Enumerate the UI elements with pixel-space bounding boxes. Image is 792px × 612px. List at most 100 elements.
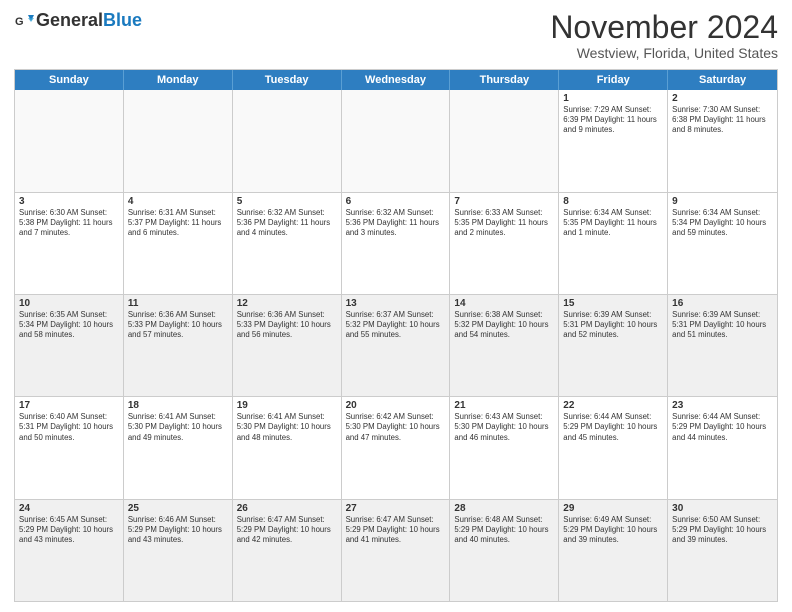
calendar-cell: 16Sunrise: 6:39 AM Sunset: 5:31 PM Dayli…: [668, 295, 777, 396]
day-number: 3: [19, 196, 119, 207]
calendar-cell: 5Sunrise: 6:32 AM Sunset: 5:36 PM Daylig…: [233, 193, 342, 294]
day-number: 26: [237, 503, 337, 514]
calendar: SundayMondayTuesdayWednesdayThursdayFrid…: [14, 69, 778, 602]
calendar-cell: [342, 90, 451, 191]
calendar-cell: 1Sunrise: 7:29 AM Sunset: 6:39 PM Daylig…: [559, 90, 668, 191]
day-info: Sunrise: 6:41 AM Sunset: 5:30 PM Dayligh…: [237, 412, 337, 442]
calendar-week-row: 3Sunrise: 6:30 AM Sunset: 5:38 PM Daylig…: [15, 193, 777, 295]
logo-text: G GeneralBlue: [14, 10, 142, 31]
day-info: Sunrise: 7:29 AM Sunset: 6:39 PM Dayligh…: [563, 105, 663, 135]
calendar-cell: 26Sunrise: 6:47 AM Sunset: 5:29 PM Dayli…: [233, 500, 342, 601]
calendar-week-row: 24Sunrise: 6:45 AM Sunset: 5:29 PM Dayli…: [15, 500, 777, 601]
day-info: Sunrise: 6:47 AM Sunset: 5:29 PM Dayligh…: [346, 515, 446, 545]
day-info: Sunrise: 6:48 AM Sunset: 5:29 PM Dayligh…: [454, 515, 554, 545]
day-info: Sunrise: 6:41 AM Sunset: 5:30 PM Dayligh…: [128, 412, 228, 442]
day-number: 18: [128, 400, 228, 411]
day-number: 27: [346, 503, 446, 514]
calendar-cell: 14Sunrise: 6:38 AM Sunset: 5:32 PM Dayli…: [450, 295, 559, 396]
day-info: Sunrise: 6:34 AM Sunset: 5:34 PM Dayligh…: [672, 208, 773, 238]
day-info: Sunrise: 6:39 AM Sunset: 5:31 PM Dayligh…: [563, 310, 663, 340]
calendar-cell: 22Sunrise: 6:44 AM Sunset: 5:29 PM Dayli…: [559, 397, 668, 498]
calendar-cell: 21Sunrise: 6:43 AM Sunset: 5:30 PM Dayli…: [450, 397, 559, 498]
calendar-cell: 15Sunrise: 6:39 AM Sunset: 5:31 PM Dayli…: [559, 295, 668, 396]
day-info: Sunrise: 6:39 AM Sunset: 5:31 PM Dayligh…: [672, 310, 773, 340]
day-info: Sunrise: 6:50 AM Sunset: 5:29 PM Dayligh…: [672, 515, 773, 545]
title-block: November 2024 Westview, Florida, United …: [550, 10, 778, 61]
day-number: 30: [672, 503, 773, 514]
day-number: 28: [454, 503, 554, 514]
day-info: Sunrise: 6:36 AM Sunset: 5:33 PM Dayligh…: [128, 310, 228, 340]
calendar-cell: 29Sunrise: 6:49 AM Sunset: 5:29 PM Dayli…: [559, 500, 668, 601]
day-number: 23: [672, 400, 773, 411]
day-info: Sunrise: 6:46 AM Sunset: 5:29 PM Dayligh…: [128, 515, 228, 545]
day-info: Sunrise: 6:43 AM Sunset: 5:30 PM Dayligh…: [454, 412, 554, 442]
day-number: 12: [237, 298, 337, 309]
calendar-cell: 2Sunrise: 7:30 AM Sunset: 6:38 PM Daylig…: [668, 90, 777, 191]
calendar-header-cell: Thursday: [450, 70, 559, 90]
calendar-cell: 11Sunrise: 6:36 AM Sunset: 5:33 PM Dayli…: [124, 295, 233, 396]
day-number: 10: [19, 298, 119, 309]
day-number: 25: [128, 503, 228, 514]
calendar-body: 1Sunrise: 7:29 AM Sunset: 6:39 PM Daylig…: [15, 90, 777, 601]
calendar-cell: 10Sunrise: 6:35 AM Sunset: 5:34 PM Dayli…: [15, 295, 124, 396]
day-info: Sunrise: 6:40 AM Sunset: 5:31 PM Dayligh…: [19, 412, 119, 442]
page: G GeneralBlue November 2024 Westview, Fl…: [0, 0, 792, 612]
svg-text:G: G: [15, 16, 24, 28]
calendar-cell: [233, 90, 342, 191]
logo-general-text: General: [36, 10, 103, 30]
calendar-cell: 19Sunrise: 6:41 AM Sunset: 5:30 PM Dayli…: [233, 397, 342, 498]
day-number: 6: [346, 196, 446, 207]
calendar-cell: 23Sunrise: 6:44 AM Sunset: 5:29 PM Dayli…: [668, 397, 777, 498]
calendar-week-row: 17Sunrise: 6:40 AM Sunset: 5:31 PM Dayli…: [15, 397, 777, 499]
day-number: 4: [128, 196, 228, 207]
day-info: Sunrise: 6:34 AM Sunset: 5:35 PM Dayligh…: [563, 208, 663, 238]
day-info: Sunrise: 6:31 AM Sunset: 5:37 PM Dayligh…: [128, 208, 228, 238]
calendar-header-cell: Friday: [559, 70, 668, 90]
calendar-cell: 25Sunrise: 6:46 AM Sunset: 5:29 PM Dayli…: [124, 500, 233, 601]
day-number: 13: [346, 298, 446, 309]
logo-icon: G: [14, 11, 34, 31]
day-number: 5: [237, 196, 337, 207]
day-info: Sunrise: 6:44 AM Sunset: 5:29 PM Dayligh…: [672, 412, 773, 442]
calendar-cell: 24Sunrise: 6:45 AM Sunset: 5:29 PM Dayli…: [15, 500, 124, 601]
day-info: Sunrise: 6:36 AM Sunset: 5:33 PM Dayligh…: [237, 310, 337, 340]
day-number: 19: [237, 400, 337, 411]
day-number: 22: [563, 400, 663, 411]
day-number: 2: [672, 93, 773, 104]
calendar-header-cell: Tuesday: [233, 70, 342, 90]
day-number: 1: [563, 93, 663, 104]
calendar-cell: 7Sunrise: 6:33 AM Sunset: 5:35 PM Daylig…: [450, 193, 559, 294]
calendar-week-row: 1Sunrise: 7:29 AM Sunset: 6:39 PM Daylig…: [15, 90, 777, 192]
day-number: 9: [672, 196, 773, 207]
calendar-header-row: SundayMondayTuesdayWednesdayThursdayFrid…: [15, 70, 777, 90]
calendar-cell: 3Sunrise: 6:30 AM Sunset: 5:38 PM Daylig…: [15, 193, 124, 294]
day-number: 14: [454, 298, 554, 309]
location: Westview, Florida, United States: [550, 45, 778, 61]
month-title: November 2024: [550, 10, 778, 45]
day-info: Sunrise: 6:33 AM Sunset: 5:35 PM Dayligh…: [454, 208, 554, 238]
day-number: 20: [346, 400, 446, 411]
calendar-cell: [450, 90, 559, 191]
calendar-week-row: 10Sunrise: 6:35 AM Sunset: 5:34 PM Dayli…: [15, 295, 777, 397]
calendar-cell: 20Sunrise: 6:42 AM Sunset: 5:30 PM Dayli…: [342, 397, 451, 498]
header: G GeneralBlue November 2024 Westview, Fl…: [14, 10, 778, 61]
calendar-header-cell: Saturday: [668, 70, 777, 90]
calendar-cell: 4Sunrise: 6:31 AM Sunset: 5:37 PM Daylig…: [124, 193, 233, 294]
day-number: 7: [454, 196, 554, 207]
calendar-cell: 18Sunrise: 6:41 AM Sunset: 5:30 PM Dayli…: [124, 397, 233, 498]
calendar-cell: [15, 90, 124, 191]
day-info: Sunrise: 6:49 AM Sunset: 5:29 PM Dayligh…: [563, 515, 663, 545]
calendar-header-cell: Sunday: [15, 70, 124, 90]
day-info: Sunrise: 6:32 AM Sunset: 5:36 PM Dayligh…: [237, 208, 337, 238]
day-info: Sunrise: 7:30 AM Sunset: 6:38 PM Dayligh…: [672, 105, 773, 135]
calendar-cell: 30Sunrise: 6:50 AM Sunset: 5:29 PM Dayli…: [668, 500, 777, 601]
day-number: 11: [128, 298, 228, 309]
calendar-cell: 17Sunrise: 6:40 AM Sunset: 5:31 PM Dayli…: [15, 397, 124, 498]
day-number: 24: [19, 503, 119, 514]
calendar-header-cell: Wednesday: [342, 70, 451, 90]
day-info: Sunrise: 6:37 AM Sunset: 5:32 PM Dayligh…: [346, 310, 446, 340]
day-info: Sunrise: 6:45 AM Sunset: 5:29 PM Dayligh…: [19, 515, 119, 545]
calendar-cell: 9Sunrise: 6:34 AM Sunset: 5:34 PM Daylig…: [668, 193, 777, 294]
day-number: 21: [454, 400, 554, 411]
calendar-cell: 13Sunrise: 6:37 AM Sunset: 5:32 PM Dayli…: [342, 295, 451, 396]
